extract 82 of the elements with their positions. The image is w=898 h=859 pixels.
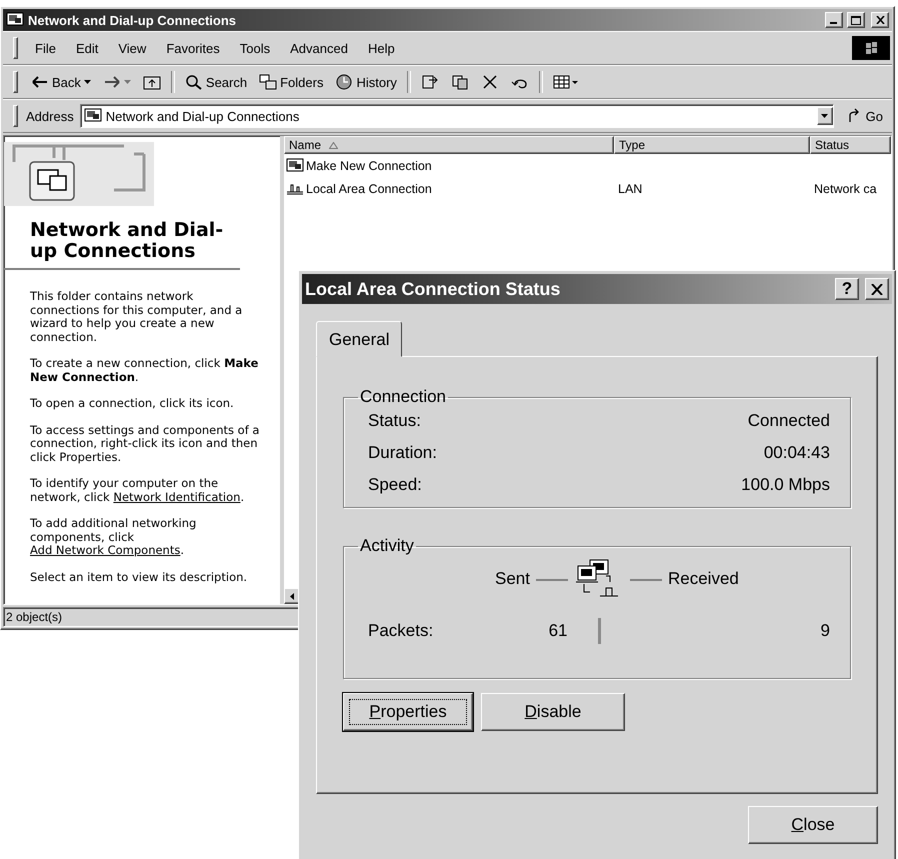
folder-network-icon (6, 12, 24, 28)
column-header[interactable]: Status (810, 136, 891, 154)
received-label: Received (668, 569, 740, 589)
menu-item[interactable]: Advanced (281, 38, 357, 58)
history-button[interactable]: History (330, 72, 402, 92)
dialog-button[interactable]: Disable (481, 693, 625, 731)
column-header[interactable]: Type (614, 136, 810, 154)
menu-item[interactable]: Edit (66, 38, 108, 58)
group-label: Connection (359, 387, 448, 407)
field-label: Speed: (368, 475, 422, 495)
close-icon (871, 284, 883, 294)
table-cell-text: Network ca (813, 182, 878, 196)
folders-icon (259, 74, 278, 90)
search-button[interactable]: Search (180, 72, 252, 92)
back-button[interactable]: Back (26, 72, 96, 92)
left-triangle-icon (290, 592, 294, 600)
close-icon (876, 16, 884, 24)
folder-network-icon (84, 108, 102, 124)
dialog-button[interactable]: Properties (343, 693, 473, 731)
menu-item[interactable]: View (109, 38, 156, 58)
close-button[interactable] (865, 278, 889, 300)
text-link[interactable]: Network Identification (113, 490, 240, 504)
description-text: Select an item to view its description. (30, 570, 248, 584)
field-label: Status: (368, 411, 421, 431)
menu-item[interactable]: Favorites (157, 38, 229, 58)
right-arrow-icon (102, 74, 121, 90)
network-plug-icon (286, 182, 304, 196)
close-dialog-button[interactable]: Close (748, 806, 878, 844)
sort-up-icon (329, 142, 338, 148)
views-icon (552, 74, 579, 90)
toolbar-grip[interactable] (13, 105, 18, 127)
toolbar-separator (406, 71, 411, 93)
address-field[interactable]: Network and Dial-up Connections (80, 104, 834, 128)
description-text: This folder contains network connections for this computer, and a wizard to help you create a new connection. (30, 290, 244, 344)
description-text: To identify your computer on the network, click Network Identification. (30, 477, 246, 504)
flag-logo-icon (852, 36, 890, 60)
field-value: 100.0 Mbps (741, 475, 830, 495)
minimize-button[interactable] (825, 12, 843, 28)
window-title: Network and Dial-up Connections (28, 12, 238, 28)
toolbar-separator (170, 71, 175, 93)
caret-icon (124, 80, 131, 84)
go-button[interactable]: Go (842, 106, 888, 126)
toolbar-grip[interactable] (13, 71, 18, 93)
maximize-icon (851, 16, 861, 24)
folder-up-icon (142, 74, 161, 90)
left-arrow-icon (31, 74, 49, 90)
toolbar-separator (538, 71, 543, 93)
group-label: Activity (359, 536, 415, 556)
file-name[interactable]: Make New Connection (284, 158, 614, 174)
address-label: Address (26, 108, 74, 124)
description-text: To access settings and components of a connection, right-click its icon and then click Properties. (30, 424, 260, 464)
description-text: To add additional networking components, click Add Network Components. (30, 517, 198, 558)
copy-to-icon (450, 74, 469, 90)
panel-heading: Network and Dial-up Connections (4, 220, 240, 270)
folders-button[interactable]: Folders (254, 72, 328, 92)
search-icon (184, 74, 203, 90)
maximize-button[interactable] (847, 12, 865, 28)
column-header[interactable]: Name (284, 136, 614, 154)
description-text: To open a connection, click its icon. (30, 397, 235, 410)
caret-icon (84, 80, 91, 84)
file-name[interactable]: Local Area Connection (284, 182, 614, 196)
close-button[interactable] (871, 12, 889, 28)
field-value: 00:04:43 (764, 443, 830, 463)
connection-wizard-icon (286, 158, 304, 174)
dialog-title: Local Area Connection Status (305, 278, 562, 300)
clock-icon (335, 74, 354, 90)
text-link[interactable]: Add Network Components (30, 543, 180, 557)
dropdown-button[interactable] (816, 107, 833, 125)
help-button[interactable]: ? (835, 278, 859, 300)
menu-item[interactable]: Help (358, 38, 404, 58)
menu-item[interactable]: File (26, 38, 65, 58)
toolbar-grip[interactable] (13, 37, 18, 59)
description-text: To create a new connection, click Make New Connection. (30, 357, 260, 384)
delete-icon (480, 74, 499, 90)
sent-label: Sent (495, 569, 530, 589)
move-to-icon (420, 74, 439, 90)
field-label: Duration: (368, 443, 437, 463)
table-cell-text: LAN (617, 182, 644, 196)
menu-item[interactable]: Tools (230, 38, 280, 58)
field-value: Connected (748, 411, 830, 431)
tab[interactable]: General (316, 321, 402, 357)
caret-icon (821, 114, 828, 118)
